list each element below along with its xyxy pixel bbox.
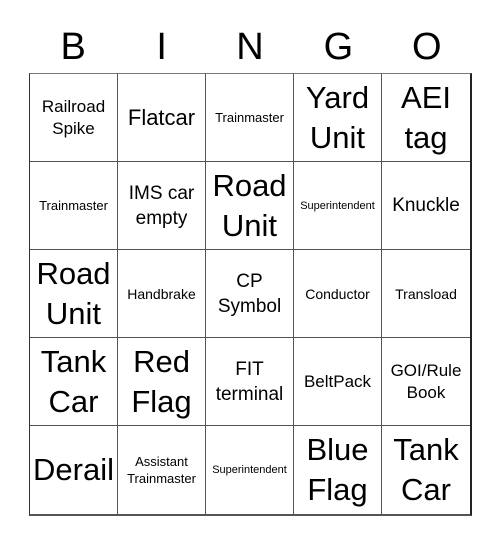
- bingo-cell-label: Assistant Trainmaster: [127, 454, 196, 486]
- bingo-cell[interactable]: BeltPack: [294, 338, 382, 426]
- bingo-cell-label: Superintendent: [212, 464, 287, 476]
- bingo-cell[interactable]: Trainmaster: [30, 162, 118, 250]
- bingo-cell-label: Flatcar: [127, 104, 196, 130]
- bingo-cell[interactable]: Trainmaster: [206, 74, 294, 162]
- bingo-cell[interactable]: Transload: [382, 250, 470, 338]
- bingo-cell[interactable]: Derail: [30, 426, 118, 514]
- bingo-cell[interactable]: IMS car empty: [118, 162, 206, 250]
- bingo-cell-label: Trainmaster: [39, 198, 108, 213]
- bingo-cell[interactable]: Red Flag: [118, 338, 206, 426]
- bingo-cell-label: Tank Car: [393, 432, 459, 507]
- bingo-cell-label: Blue Flag: [306, 432, 369, 507]
- bingo-cell-label: Superintendent: [300, 199, 375, 212]
- bingo-cell[interactable]: Flatcar: [118, 74, 206, 162]
- bingo-cell[interactable]: Railroad Spike: [30, 74, 118, 162]
- header-letter-g: G: [323, 26, 354, 68]
- bingo-cell-label: IMS car empty: [128, 182, 195, 229]
- bingo-cell[interactable]: Blue Flag: [294, 426, 382, 514]
- bingo-cell-label: Derail: [33, 452, 114, 487]
- bingo-cell-label: Yard Unit: [305, 79, 370, 155]
- bingo-cell-label: Handbrake: [127, 285, 196, 302]
- bingo-cell[interactable]: Assistant Trainmaster: [118, 426, 206, 514]
- bingo-cell-label: Road Unit: [36, 255, 111, 331]
- header-letter-n: N: [236, 26, 264, 68]
- bingo-cell[interactable]: Handbrake: [118, 250, 206, 338]
- bingo-cell-label: GOI/Rule Book: [390, 360, 462, 402]
- bingo-cell[interactable]: FIT terminal: [206, 338, 294, 426]
- bingo-cell[interactable]: Superintendent: [206, 426, 294, 514]
- bingo-cell-label: Trainmaster: [215, 110, 284, 125]
- bingo-cell[interactable]: GOI/Rule Book: [382, 338, 470, 426]
- bingo-cell-label: Red Flag: [131, 343, 192, 419]
- bingo-cell-label: CP Symbol: [217, 270, 282, 317]
- bingo-cell[interactable]: Yard Unit: [294, 74, 382, 162]
- header-letter-o: O: [412, 26, 442, 68]
- bingo-cell[interactable]: Conductor: [294, 250, 382, 338]
- bingo-cell-label: Transload: [395, 285, 457, 302]
- bingo-cell-label: Railroad Spike: [41, 96, 106, 138]
- bingo-cell-label: Conductor: [305, 285, 370, 302]
- bingo-cell-label: AEI tag: [401, 79, 451, 155]
- bingo-cell[interactable]: CP Symbol: [206, 250, 294, 338]
- bingo-grid: Railroad Spike Flatcar Trainmaster Yard Uni…: [29, 73, 472, 516]
- bingo-cell-label: Tank Car: [40, 343, 107, 419]
- bingo-cell[interactable]: Knuckle: [382, 162, 470, 250]
- bingo-cell-label: BeltPack: [303, 371, 372, 391]
- bingo-cell[interactable]: Tank Car: [382, 426, 470, 514]
- bingo-cell[interactable]: Superintendent: [294, 162, 382, 250]
- bingo-cell-label: Road Unit: [212, 167, 287, 243]
- bingo-cell-label: Knuckle: [392, 195, 460, 216]
- bingo-cell[interactable]: AEI tag: [382, 74, 470, 162]
- bingo-header: B I N G O: [29, 22, 471, 72]
- header-letter-b: B: [60, 26, 86, 68]
- bingo-cell[interactable]: Road Unit: [206, 162, 294, 250]
- bingo-cell-label: FIT terminal: [215, 358, 284, 405]
- header-letter-i: I: [156, 26, 167, 68]
- bingo-cell[interactable]: Road Unit: [30, 250, 118, 338]
- bingo-cell[interactable]: Tank Car: [30, 338, 118, 426]
